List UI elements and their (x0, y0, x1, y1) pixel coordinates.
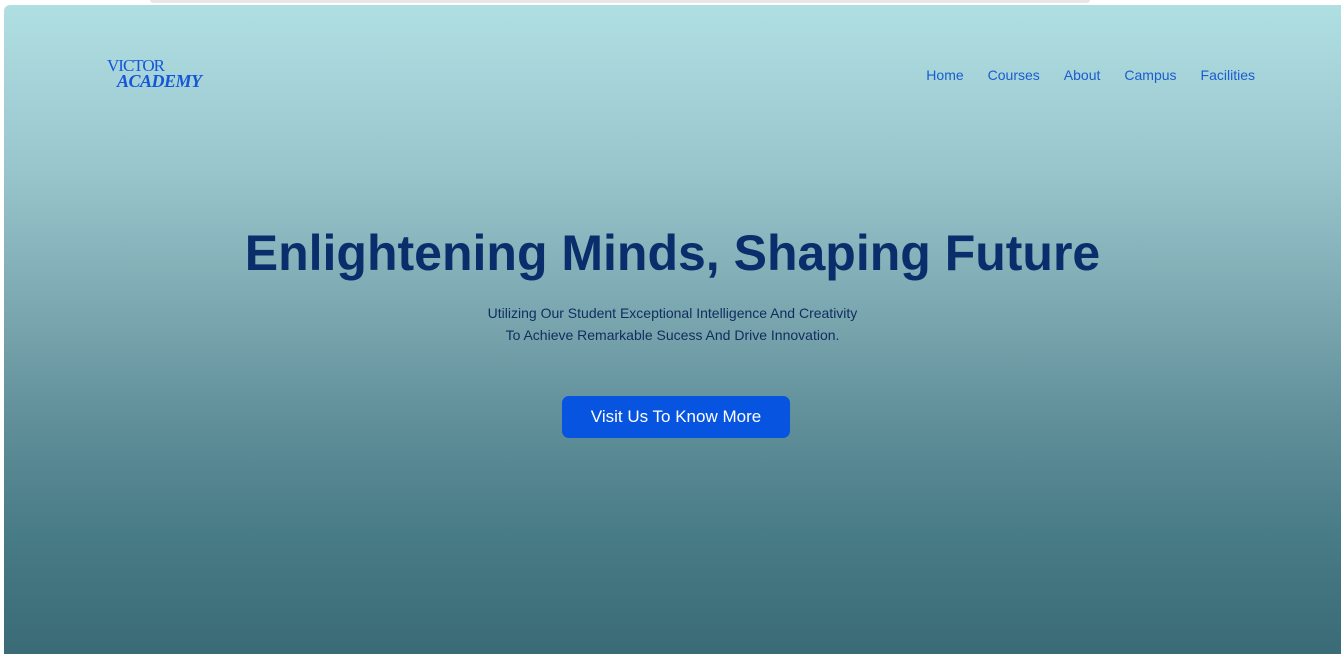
hero-section: VICTOR ACADEMY Home Courses About Campus… (4, 5, 1341, 654)
hero-subtitle-line-2: To Achieve Remarkable Sucess And Drive I… (505, 327, 840, 343)
visit-us-button[interactable]: Visit Us To Know More (562, 396, 790, 438)
nav-link-home[interactable]: Home (926, 65, 963, 85)
nav-link-courses[interactable]: Courses (988, 65, 1040, 85)
nav-link-facilities[interactable]: Facilities (1201, 65, 1255, 85)
logo-line-academy: ACADEMY (117, 71, 202, 91)
nav-link-about[interactable]: About (1064, 65, 1101, 85)
hero-title: Enlightening Minds, Shaping Future (244, 225, 1101, 281)
hero-subtitle-line-1: Utilizing Our Student Exceptional Intell… (487, 305, 858, 321)
nav-link-campus[interactable]: Campus (1124, 65, 1176, 85)
main-nav: Home Courses About Campus Facilities (926, 65, 1255, 85)
browser-top-edge (150, 0, 1090, 3)
site-logo[interactable]: VICTOR ACADEMY (107, 57, 227, 97)
